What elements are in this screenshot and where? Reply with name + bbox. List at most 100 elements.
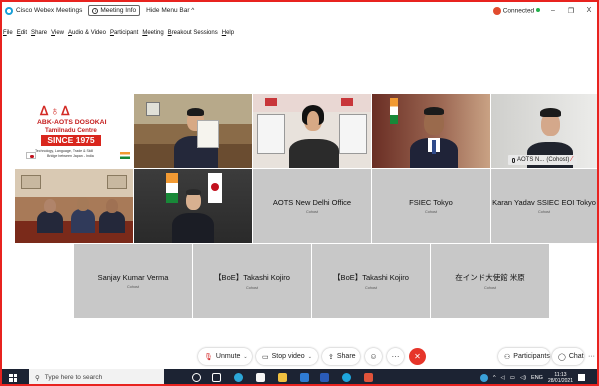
video-tile-logo[interactable]: ᐃ♁ᐃ ABK-AOTS DOSOKAI Tamilnadu Centre SI… [15, 94, 133, 168]
stop-video-button[interactable]: ▭ Stop video ⌄ [256, 348, 318, 365]
network-icon[interactable]: ▭ [510, 375, 515, 381]
participant-name: FSIEC Tokyo [409, 198, 453, 207]
file-explorer-icon[interactable] [278, 373, 287, 382]
task-view-icon[interactable] [212, 373, 221, 382]
minimize-button[interactable]: – [548, 7, 558, 14]
participant-name: AOTS New Delhi Office [272, 198, 352, 207]
india-flag-large-icon [166, 173, 178, 203]
app-title: Cisco Webex Meetings [16, 7, 83, 14]
menu-meeting[interactable]: Meeting [142, 30, 163, 42]
japan-flag-icon [26, 152, 36, 159]
taskbar-clock[interactable]: 11:13 28/01/2021 [548, 372, 573, 384]
video-tile-sanjay[interactable]: Sanjay Kumar Verma Cohost [74, 244, 192, 318]
share-button[interactable]: ⇪ Share [322, 348, 360, 365]
active-speaker-name: AOTS N... [517, 157, 545, 163]
taskbar-search-box[interactable]: ⚲ Type here to search [29, 369, 164, 384]
logo-line-1: ABK-AOTS DOSOKAI [37, 119, 107, 126]
language-indicator[interactable]: ENG [531, 375, 543, 381]
logo-since: SINCE 1975 [41, 135, 101, 146]
volume-icon[interactable]: ◁ [501, 375, 505, 381]
menu-view[interactable]: View [51, 30, 64, 42]
video-tile-certificate[interactable] [134, 94, 252, 168]
participant-name: 在インド大使館 米原 [455, 273, 525, 282]
menu-edit[interactable]: Edit [17, 30, 27, 42]
video-tile-embassy[interactable]: 在インド大使館 米原 Cohost [431, 244, 549, 318]
office-icon[interactable] [364, 373, 373, 382]
windows-start-icon[interactable] [9, 373, 17, 382]
video-tile-ambassador[interactable] [134, 169, 252, 243]
participants-label: Participants [513, 353, 550, 360]
microphone-muted-icon: 🎙 [204, 353, 213, 361]
title-bar: Cisco Webex Meetings i Meeting Info Hide… [2, 2, 597, 19]
participant-name: 【BoE】Takashi Kojiro [333, 273, 409, 282]
speaker-icon[interactable]: ◁) [520, 375, 526, 381]
menu-participant[interactable]: Participant [110, 30, 138, 42]
restore-button[interactable]: ❐ [566, 7, 576, 15]
chevron-down-icon: ⌄ [307, 353, 312, 360]
search-placeholder: Type here to search [44, 374, 103, 381]
video-tile-karan[interactable]: Karan Yadav SSIEC EOI Tokyo Cohost [491, 169, 597, 243]
cortana-icon[interactable] [192, 373, 201, 382]
participant-role: Cohost [364, 286, 378, 290]
participant-role: Cohost [483, 286, 497, 290]
chat-button[interactable]: ◯ Chat [552, 348, 584, 365]
mail-icon[interactable] [300, 373, 309, 382]
menu-help[interactable]: Help [222, 30, 234, 42]
search-icon: ⚲ [35, 374, 40, 382]
certificate-image [197, 120, 219, 148]
smiley-icon: ☺ [369, 352, 378, 361]
participant-role: Cohost [126, 285, 140, 289]
dosokai-emblem-icon: ᐃ♁ᐃ [40, 104, 72, 118]
unmute-label: Unmute [215, 353, 241, 360]
unmute-button[interactable]: 🎙 Unmute ⌄ [198, 348, 252, 365]
menu-audio-video[interactable]: Audio & Video [68, 30, 106, 42]
participant-name: Karan Yadav SSIEC EOI Tokyo [492, 198, 596, 207]
windows-taskbar: ⚲ Type here to search ^ ◁ ▭ ◁) ENG 11:13… [2, 369, 597, 384]
participants-icon: ⚇ [504, 353, 511, 361]
webex-taskbar-icon[interactable] [342, 373, 351, 382]
microphone-icon [512, 157, 515, 163]
participants-button[interactable]: ⚇ Participants [498, 348, 550, 365]
chevron-down-icon: ⌄ [243, 353, 248, 360]
menu-share[interactable]: Share [31, 30, 47, 42]
video-tile-official[interactable] [372, 94, 490, 168]
leave-meeting-button[interactable]: ✕ [409, 348, 426, 365]
meeting-info-button[interactable]: i Meeting Info [88, 5, 141, 16]
tray-chevron-icon[interactable]: ^ [493, 375, 496, 381]
meeting-toolbar: 🎙 Unmute ⌄ ▭ Stop video ⌄ ⇪ Share ☺ ··· … [2, 343, 597, 369]
share-label: Share [336, 353, 356, 360]
app-icon[interactable] [320, 373, 329, 382]
overflow-menu-button[interactable]: ··· [588, 353, 595, 360]
connection-status[interactable]: Connected [492, 6, 540, 15]
system-tray: ^ ◁ ▭ ◁) ENG 11:13 28/01/2021 [479, 369, 585, 384]
more-icon: ··· [391, 352, 400, 361]
notifications-icon[interactable] [578, 374, 585, 381]
webex-logo-icon [5, 6, 13, 15]
screen-frame: Cisco Webex Meetings i Meeting Info Hide… [0, 0, 599, 386]
menu-breakout-sessions[interactable]: Breakout Sessions [168, 30, 218, 42]
more-options-button[interactable]: ··· [387, 348, 404, 365]
edge-icon[interactable] [234, 373, 243, 382]
store-icon[interactable] [256, 373, 265, 382]
participant-role: Cohost [537, 210, 551, 214]
video-tile-fsiec[interactable]: FSIEC Tokyo Cohost [372, 169, 490, 243]
video-tile-kojiro-2[interactable]: 【BoE】Takashi Kojiro Cohost [312, 244, 430, 318]
clock-date: 28/01/2021 [547, 377, 573, 384]
close-icon: ✕ [414, 352, 421, 361]
video-tile-document[interactable] [253, 94, 371, 168]
stop-video-label: Stop video [271, 353, 305, 360]
share-icon: ⇪ [328, 353, 334, 361]
meeting-info-label: Meeting Info [100, 7, 137, 14]
video-tile-kojiro-1[interactable]: 【BoE】Takashi Kojiro Cohost [193, 244, 311, 318]
reactions-button[interactable]: ☺ [365, 348, 382, 365]
title-bar-right: Connected – ❐ X [492, 2, 594, 19]
logo-line-3: Technology, Language, Trade & Skill [35, 149, 94, 153]
menu-file[interactable]: File [3, 30, 13, 42]
hide-menu-bar-button[interactable]: Hide Menu Bar ^ [146, 7, 194, 14]
video-tile-delegation[interactable] [15, 169, 133, 243]
tray-app-icon[interactable] [479, 373, 488, 382]
muted-icon: ⁄ [571, 156, 573, 163]
video-tile-aots-delhi[interactable]: AOTS New Delhi Office Cohost [253, 169, 371, 243]
active-speaker-badge: AOTS N... (Cohost) ⁄ [508, 155, 577, 165]
close-window-button[interactable]: X [584, 7, 594, 14]
